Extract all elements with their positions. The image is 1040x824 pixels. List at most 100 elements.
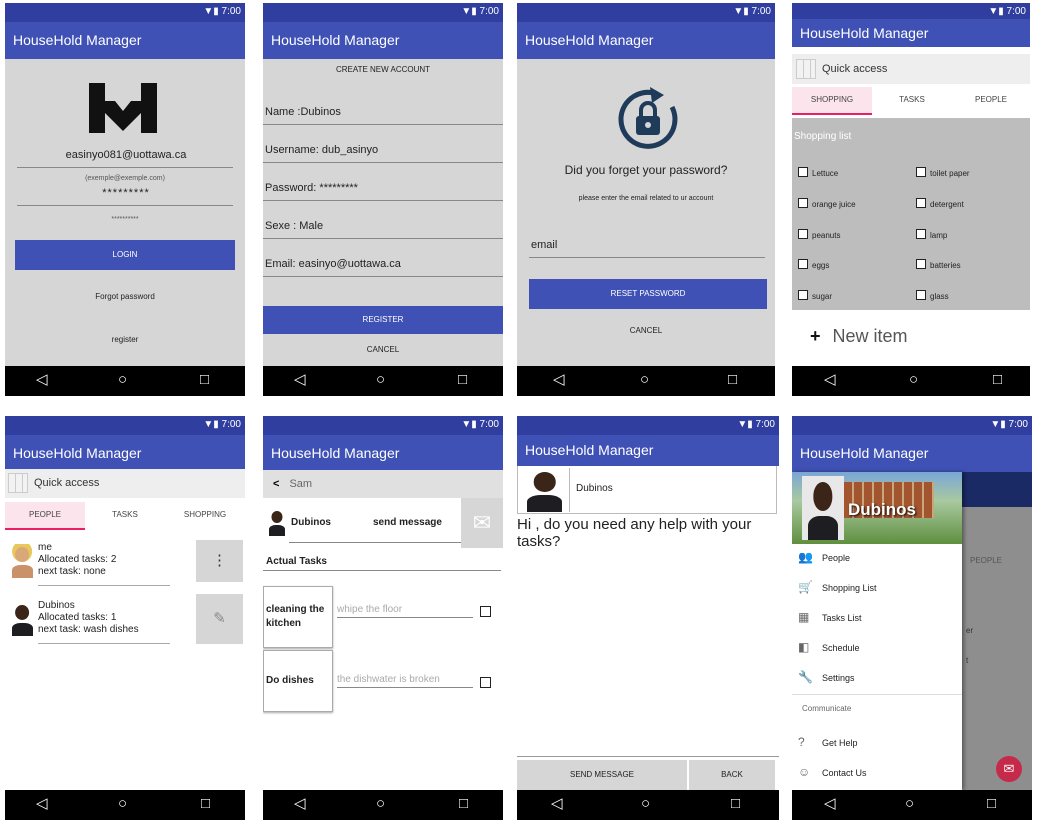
recent-apps-icon[interactable]: □ bbox=[458, 371, 467, 389]
username-field[interactable]: Username: dub_asinyo bbox=[263, 144, 503, 163]
home-icon[interactable]: ○ bbox=[640, 371, 649, 389]
checkbox[interactable] bbox=[916, 290, 926, 300]
mail-icon[interactable]: ✉ bbox=[461, 498, 503, 548]
register-button[interactable]: REGISTER bbox=[263, 306, 503, 334]
avatar bbox=[802, 476, 844, 540]
checkbox[interactable] bbox=[916, 167, 926, 177]
password-field[interactable]: ********* bbox=[17, 187, 233, 206]
drawer-item-tasks-list[interactable]: ▦ Tasks List bbox=[798, 610, 862, 624]
register-link[interactable]: register bbox=[5, 335, 245, 344]
back-icon[interactable]: ◁ bbox=[36, 795, 48, 813]
email-field[interactable]: easinyo081@uottawa.ca bbox=[17, 149, 233, 168]
back-icon[interactable]: ◁ bbox=[294, 371, 306, 389]
status-bar: ▼▮ 7:00 bbox=[792, 416, 1032, 435]
back-row[interactable]: < Sam bbox=[263, 470, 503, 498]
home-icon[interactable]: ○ bbox=[118, 795, 127, 813]
task-checkbox[interactable] bbox=[480, 677, 491, 688]
shopping-item[interactable]: peanuts bbox=[798, 229, 840, 240]
tab-tasks[interactable]: TASKS bbox=[872, 87, 952, 113]
login-button[interactable]: LOGIN bbox=[15, 240, 235, 270]
tab-people[interactable]: PEOPLE bbox=[952, 87, 1030, 113]
sexe-field[interactable]: Sexe : Male bbox=[263, 220, 503, 239]
task-checkbox[interactable] bbox=[480, 606, 491, 617]
shopping-item[interactable]: detergent bbox=[916, 198, 964, 209]
tab-shopping[interactable]: SHOPPING bbox=[792, 87, 872, 115]
recipient-box: Dubinos bbox=[517, 466, 777, 514]
recent-apps-icon[interactable]: □ bbox=[728, 371, 737, 389]
edit-icon[interactable]: ✎ bbox=[196, 594, 243, 644]
person-card[interactable]: Dubinos Allocated tasks: 1 next task: wa… bbox=[38, 600, 170, 644]
task-note[interactable]: whipe the floor bbox=[337, 604, 473, 618]
task-note[interactable]: the dishwater is broken bbox=[337, 674, 473, 688]
task-title-card[interactable]: Do dishes bbox=[263, 650, 333, 712]
home-icon[interactable]: ○ bbox=[376, 795, 385, 813]
status-icons: ▼▮ bbox=[733, 6, 749, 17]
forgot-password-link[interactable]: Forgot password bbox=[5, 292, 245, 301]
send-message-label[interactable]: send message bbox=[373, 517, 442, 528]
shopping-item[interactable]: eggs bbox=[798, 259, 829, 270]
home-icon[interactable]: ○ bbox=[905, 795, 914, 813]
tab-people[interactable]: PEOPLE bbox=[5, 502, 85, 530]
checkbox[interactable] bbox=[798, 290, 808, 300]
quick-access-bar[interactable]: Quick access bbox=[792, 54, 1030, 84]
cancel-button[interactable]: CANCEL bbox=[263, 345, 503, 354]
shopping-item[interactable]: toilet paper bbox=[916, 167, 970, 178]
new-item-button[interactable]: + New item bbox=[810, 326, 908, 347]
home-icon[interactable]: ○ bbox=[641, 795, 650, 813]
status-bar: ▼▮ 7:00 bbox=[5, 416, 245, 435]
checkbox[interactable] bbox=[916, 259, 926, 269]
drawer-item-settings[interactable]: 🔧 Settings bbox=[798, 670, 855, 684]
home-icon[interactable]: ○ bbox=[118, 371, 127, 389]
message-text[interactable]: Hi , do you need any help with your task… bbox=[517, 516, 775, 550]
shopping-item[interactable]: orange juice bbox=[798, 198, 856, 209]
back-icon[interactable]: ◁ bbox=[553, 371, 565, 389]
app-title: HouseHold Manager bbox=[800, 445, 929, 461]
drawer-item-shopping-list[interactable]: 🛒 Shopping List bbox=[798, 580, 877, 594]
recent-apps-icon[interactable]: □ bbox=[200, 371, 209, 389]
mail-fab[interactable]: ✉ bbox=[996, 756, 1022, 782]
shopping-item[interactable]: Lettuce bbox=[798, 167, 838, 178]
send-message-button[interactable]: SEND MESSAGE bbox=[517, 760, 687, 790]
back-icon[interactable]: ◁ bbox=[551, 795, 563, 813]
checkbox[interactable] bbox=[798, 259, 808, 269]
recent-apps-icon[interactable]: □ bbox=[987, 795, 996, 813]
recent-apps-icon[interactable]: □ bbox=[459, 795, 468, 813]
drawer-item-schedule[interactable]: ◧ Schedule bbox=[798, 640, 860, 654]
back-button[interactable]: BACK bbox=[689, 760, 775, 790]
name-field[interactable]: Name :Dubinos bbox=[263, 106, 503, 125]
shopping-item[interactable]: sugar bbox=[798, 290, 832, 301]
more-options-icon[interactable]: ⋮ bbox=[196, 540, 243, 582]
back-icon[interactable]: ◁ bbox=[294, 795, 306, 813]
email-field[interactable]: Email: easinyo@uottawa.ca bbox=[263, 258, 503, 277]
password-field[interactable]: Password: ********* bbox=[263, 182, 503, 201]
checkbox[interactable] bbox=[916, 198, 926, 208]
checkbox[interactable] bbox=[798, 229, 808, 239]
back-icon[interactable]: ◁ bbox=[36, 371, 48, 389]
task-title: cleaning the kitchen bbox=[266, 604, 325, 629]
task-title-card[interactable]: cleaning the kitchen bbox=[263, 586, 333, 648]
status-icons: ▼▮ bbox=[990, 419, 1006, 430]
shopping-item[interactable]: lamp bbox=[916, 229, 947, 240]
cancel-button[interactable]: CANCEL bbox=[517, 326, 775, 335]
checkbox[interactable] bbox=[798, 198, 808, 208]
recent-apps-icon[interactable]: □ bbox=[201, 795, 210, 813]
recent-apps-icon[interactable]: □ bbox=[731, 795, 740, 813]
drawer-item-people[interactable]: 👥 People bbox=[798, 550, 850, 564]
tab-shopping[interactable]: SHOPPING bbox=[165, 502, 245, 528]
checkbox[interactable] bbox=[798, 167, 808, 177]
quick-access-bar[interactable]: Quick access bbox=[5, 469, 245, 498]
reset-password-button[interactable]: RESET PASSWORD bbox=[529, 279, 767, 309]
shopping-item[interactable]: batteries bbox=[916, 259, 961, 270]
drawer-item-get-help[interactable]: ? Get Help bbox=[798, 735, 858, 749]
back-icon[interactable]: ◁ bbox=[824, 371, 836, 389]
email-field[interactable]: email bbox=[529, 239, 765, 258]
home-icon[interactable]: ○ bbox=[909, 371, 918, 389]
tab-tasks[interactable]: TASKS bbox=[85, 502, 165, 528]
checkbox[interactable] bbox=[916, 229, 926, 239]
back-icon[interactable]: ◁ bbox=[824, 795, 836, 813]
person-card[interactable]: me Allocated tasks: 2 next task: none bbox=[38, 542, 170, 586]
recent-apps-icon[interactable]: □ bbox=[993, 371, 1002, 389]
drawer-item-contact-us[interactable]: ☺ Contact Us bbox=[798, 765, 867, 779]
home-icon[interactable]: ○ bbox=[376, 371, 385, 389]
shopping-item[interactable]: glass bbox=[916, 290, 949, 301]
